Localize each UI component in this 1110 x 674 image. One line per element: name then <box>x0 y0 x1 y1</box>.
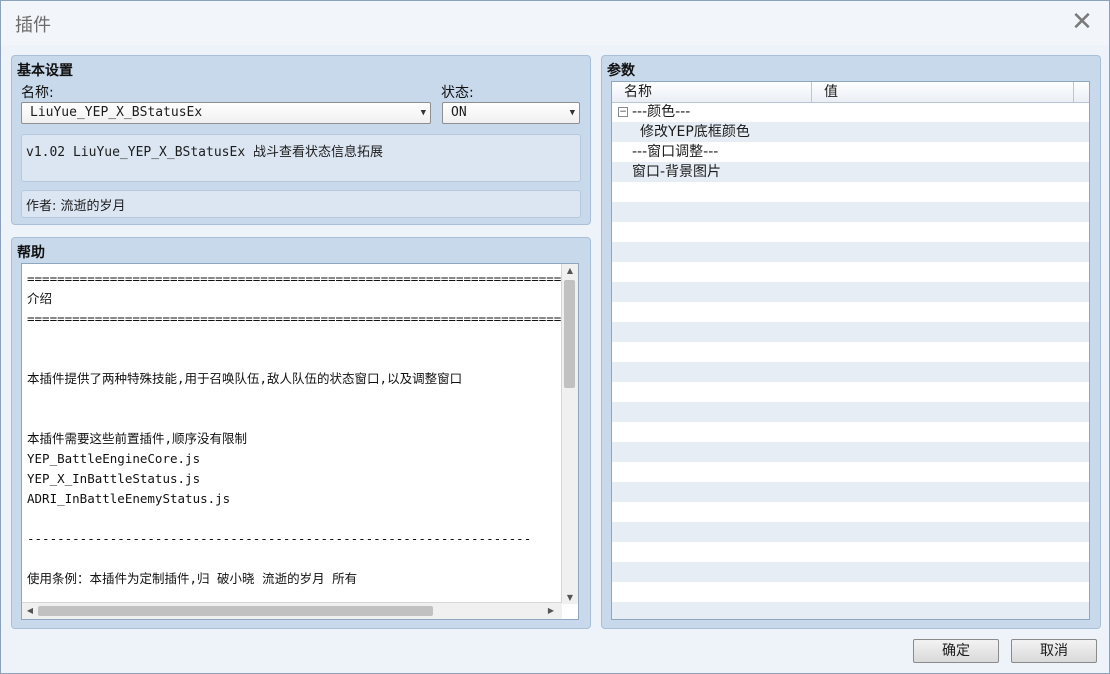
grid-row[interactable] <box>612 302 1089 322</box>
grid-row[interactable] <box>612 242 1089 262</box>
state-select[interactable]: ON ▼ <box>442 102 580 124</box>
grid-row-name: ---颜色--- <box>632 104 691 120</box>
basic-settings-panel: 基本设置 名称: LiuYue_YEP_X_BStatusEx ▼ 状态: ON… <box>11 55 591 225</box>
help-text: ========================================… <box>27 269 561 599</box>
help-line <box>27 389 561 409</box>
cancel-button[interactable]: 取消 <box>1011 639 1097 663</box>
grid-row[interactable] <box>612 362 1089 382</box>
grid-row[interactable] <box>612 182 1089 202</box>
grid-row[interactable] <box>612 562 1089 582</box>
plugin-dialog: 插件 ✕ 基本设置 名称: LiuYue_YEP_X_BStatusEx ▼ 状… <box>0 0 1110 674</box>
grid-row[interactable] <box>612 262 1089 282</box>
grid-row[interactable]: 窗口-背景图片 <box>612 162 1089 182</box>
help-line: 本插件提供了两种特殊技能,用于召唤队伍,敌人队伍的状态窗口,以及调整窗口 <box>27 371 463 386</box>
grid-row[interactable]: ---窗口调整--- <box>612 142 1089 162</box>
scroll-up-icon[interactable]: ▲ <box>563 266 577 275</box>
grid-row[interactable] <box>612 402 1089 422</box>
grid-row[interactable] <box>612 462 1089 482</box>
state-label: 状态: <box>441 85 474 101</box>
ok-button[interactable]: 确定 <box>913 639 999 663</box>
grid-row[interactable] <box>612 582 1089 602</box>
help-line <box>27 549 561 569</box>
help-line: YEP_BattleEngineCore.js <box>27 451 201 466</box>
dialog-title: 插件 <box>15 15 51 36</box>
close-icon[interactable]: ✕ <box>1069 9 1095 35</box>
grid-row[interactable] <box>612 382 1089 402</box>
name-label: 名称: <box>21 85 54 101</box>
grid-row[interactable] <box>612 282 1089 302</box>
vertical-scrollbar[interactable]: ▲ ▼ <box>561 264 578 604</box>
help-line: 使用条例：本插件为定制插件,归 破小晓 流逝的岁月 所有 <box>27 571 358 586</box>
column-header-name[interactable]: 名称 <box>612 82 812 102</box>
grid-row[interactable]: 修改YEP底框颜色 <box>612 122 1089 142</box>
grid-header: 名称 值 <box>612 82 1089 103</box>
help-line: ========================================… <box>27 271 561 286</box>
horizontal-scrollbar[interactable]: ◀ ▶ <box>22 602 562 619</box>
grid-row-name: 修改YEP底框颜色 <box>640 124 750 140</box>
help-line <box>27 349 561 369</box>
scroll-left-icon[interactable]: ◀ <box>23 606 37 615</box>
help-line: 本插件需要这些前置插件,顺序没有限制 <box>27 431 248 446</box>
grid-row[interactable] <box>612 222 1089 242</box>
grid-row[interactable] <box>612 482 1089 502</box>
grid-row[interactable]: − ---颜色--- <box>612 102 1089 122</box>
help-line: 介绍 <box>27 291 53 306</box>
grid-row[interactable] <box>612 322 1089 342</box>
grid-row[interactable] <box>612 522 1089 542</box>
title-bar: 插件 ✕ <box>1 1 1109 45</box>
vertical-scroll-thumb[interactable] <box>564 280 575 388</box>
help-line <box>27 409 561 429</box>
state-select-value: ON <box>451 105 467 120</box>
collapse-icon[interactable]: − <box>618 107 628 117</box>
scroll-right-icon[interactable]: ▶ <box>544 606 558 615</box>
description-box: v1.02 LiuYue_YEP_X_BStatusEx 战斗查看状态信息拓展 <box>21 134 581 182</box>
help-line <box>27 509 561 529</box>
chevron-down-icon: ▼ <box>420 108 426 118</box>
help-line: ----------------------------------------… <box>27 531 532 546</box>
help-line <box>27 329 561 349</box>
grid-row[interactable] <box>612 442 1089 462</box>
grid-row[interactable] <box>612 602 1089 619</box>
grid-row-name: ---窗口调整--- <box>632 144 719 160</box>
basic-settings-title: 基本设置 <box>17 63 73 79</box>
help-title: 帮助 <box>17 245 45 261</box>
grid-row[interactable] <box>612 542 1089 562</box>
parameters-title: 参数 <box>607 63 635 79</box>
chevron-down-icon: ▼ <box>569 108 575 118</box>
column-header-value[interactable]: 值 <box>812 82 1074 102</box>
grid-row-name: 窗口-背景图片 <box>632 164 722 180</box>
grid-row[interactable] <box>612 342 1089 362</box>
author-box: 作者: 流逝的岁月 <box>21 190 581 218</box>
scroll-down-icon[interactable]: ▼ <box>563 593 577 602</box>
help-line: ========================================… <box>27 311 561 326</box>
grid-row[interactable] <box>612 502 1089 522</box>
grid-row[interactable] <box>612 202 1089 222</box>
grid-row[interactable] <box>612 422 1089 442</box>
parameters-grid[interactable]: 名称 值 − ---颜色--- 修改YEP底框颜色 ---窗口调整--- 窗口-背景图片 <box>611 81 1090 620</box>
horizontal-scroll-thumb[interactable] <box>38 606 433 616</box>
help-line: ADRI_InBattleEnemyStatus.js <box>27 491 231 506</box>
help-line: YEP_X_InBattleStatus.js <box>27 471 201 486</box>
name-select[interactable]: LiuYue_YEP_X_BStatusEx ▼ <box>21 102 431 124</box>
help-text-area[interactable]: ========================================… <box>21 263 579 620</box>
name-select-value: LiuYue_YEP_X_BStatusEx <box>30 105 203 120</box>
